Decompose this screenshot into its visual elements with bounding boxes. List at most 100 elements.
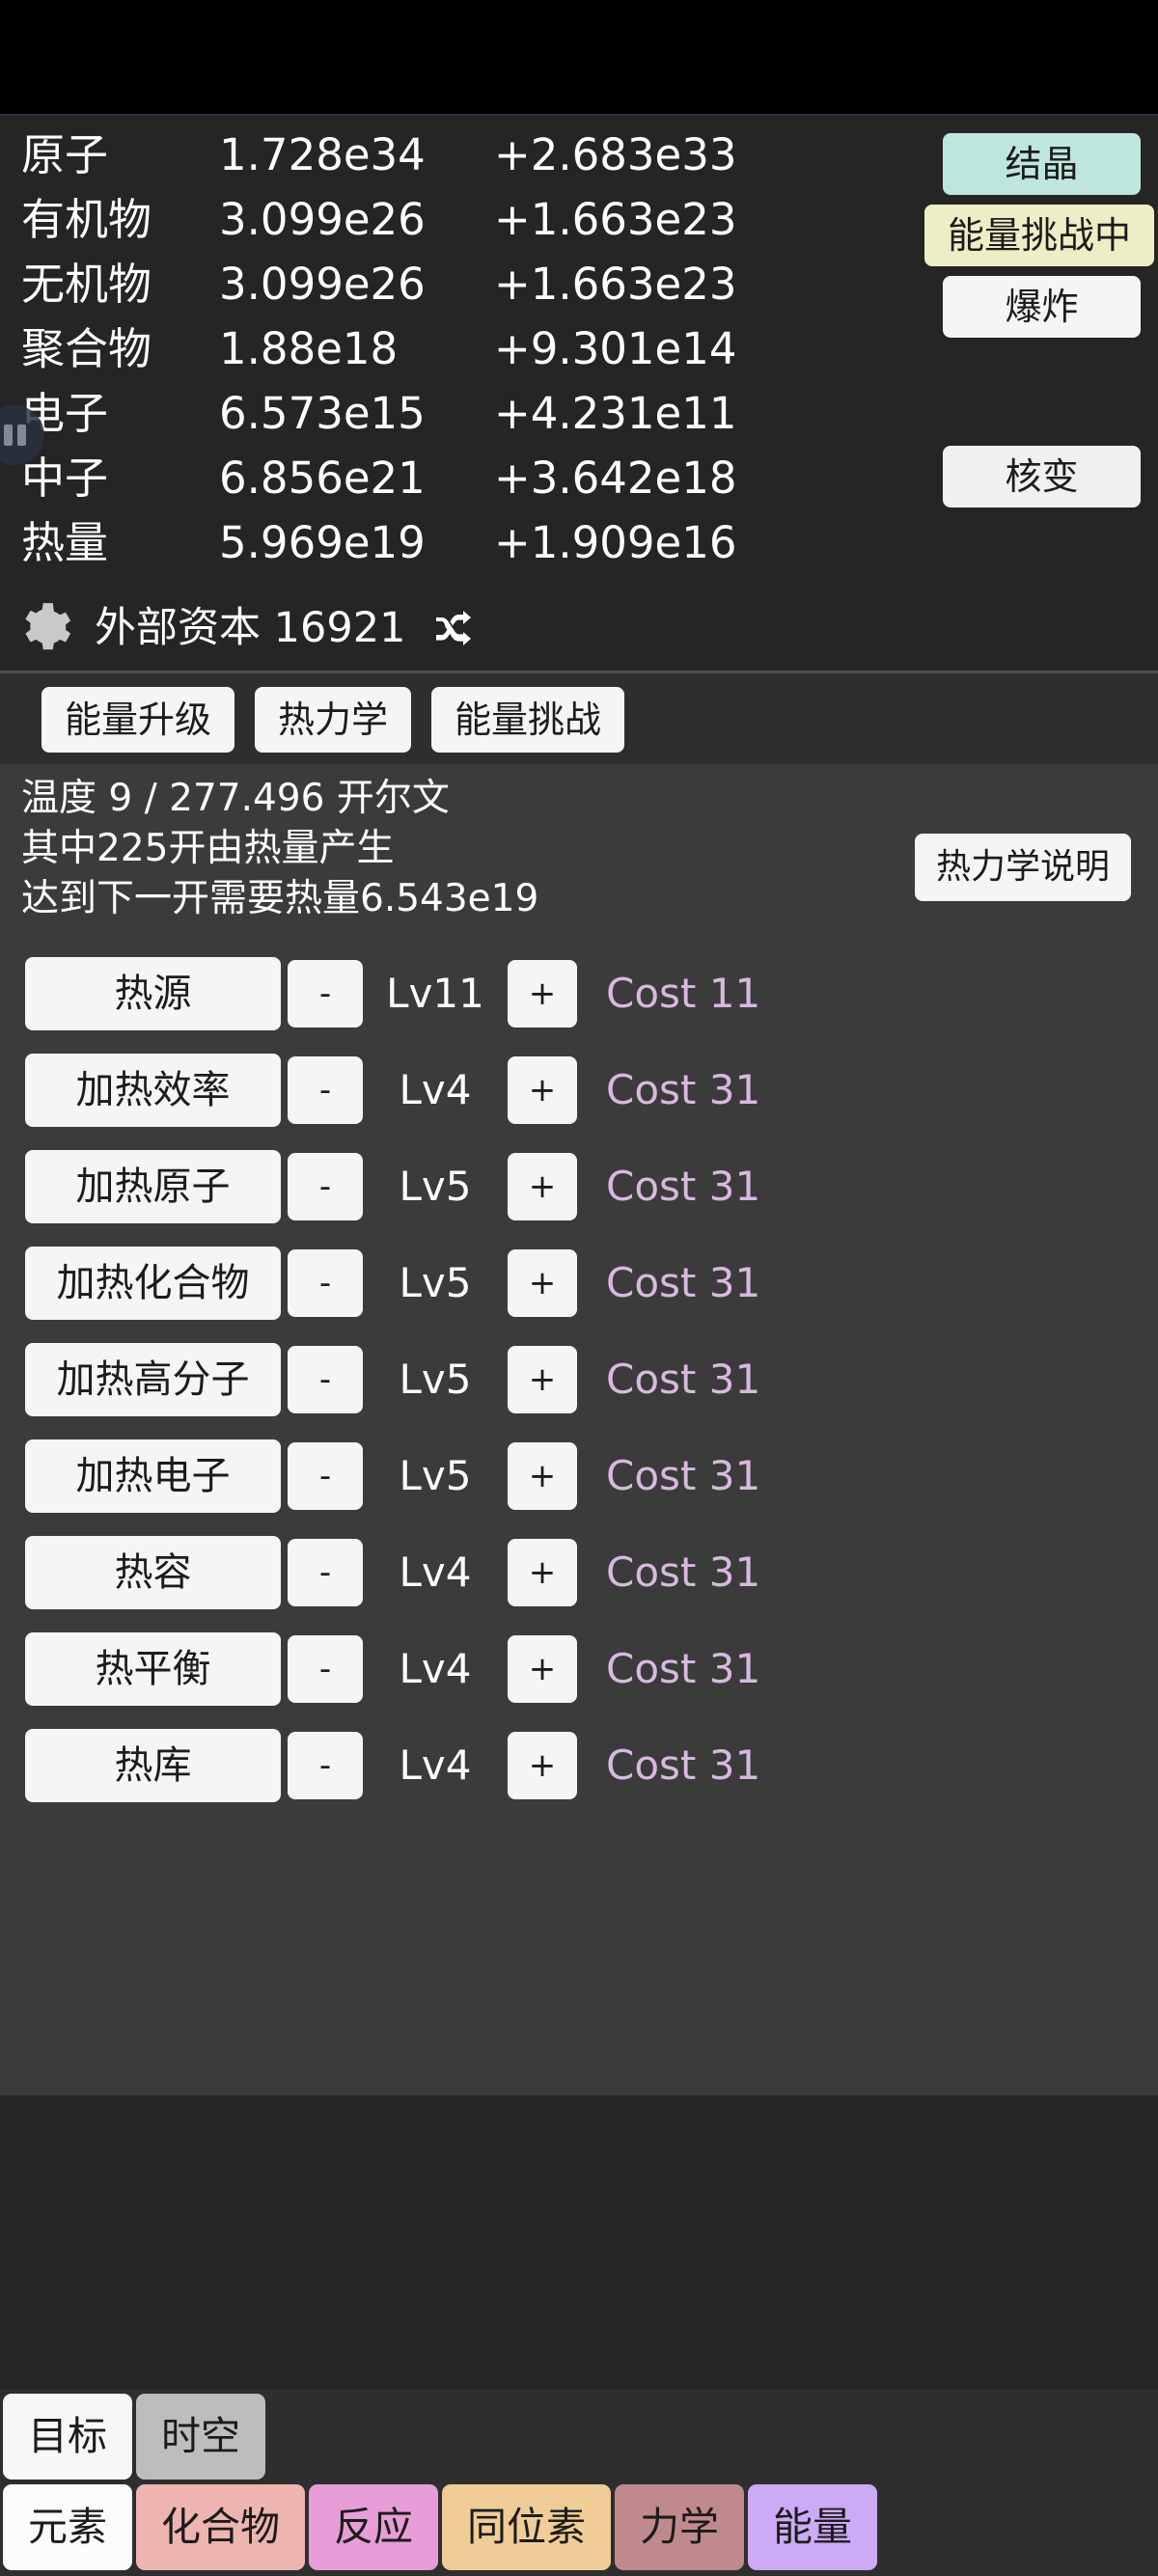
upgrade-increment-button[interactable]: + — [508, 1539, 577, 1607]
resource-value: 3.099e26 — [219, 259, 426, 310]
upgrade-increment-button[interactable]: + — [508, 1056, 577, 1125]
crystallize-button[interactable]: 结晶 — [943, 133, 1141, 195]
resource-delta: +4.231e11 — [494, 388, 737, 439]
handle-bar-icon — [16, 425, 26, 446]
resource-value: 6.856e21 — [219, 452, 426, 504]
upgrade-name-button[interactable]: 加热效率 — [25, 1054, 281, 1128]
temperature-line: 温度 9 / 277.496 开尔文 — [21, 777, 450, 820]
upgrade-decrement-button[interactable]: - — [288, 1635, 363, 1704]
nav-spacetime-button[interactable]: 时空 — [136, 2394, 265, 2480]
upgrade-name-button[interactable]: 加热电子 — [25, 1439, 281, 1514]
thermodynamics-help-button[interactable]: 热力学说明 — [914, 834, 1131, 901]
upgrade-increment-button[interactable]: + — [508, 1153, 577, 1221]
upgrade-row: 加热高分子 - Lv5 + Cost 31 — [25, 1331, 1158, 1428]
upgrade-decrement-button[interactable]: - — [288, 1249, 363, 1318]
resource-value: 1.728e34 — [219, 129, 426, 180]
nav-compounds-button[interactable]: 化合物 — [136, 2484, 305, 2570]
upgrade-decrement-button[interactable]: - — [288, 1442, 363, 1511]
upgrade-cost: Cost 11 — [606, 970, 761, 1018]
upgrade-increment-button[interactable]: + — [508, 1249, 577, 1318]
upgrade-level: Lv11 — [386, 970, 484, 1018]
nav-elements-button[interactable]: 元素 — [3, 2484, 132, 2570]
upgrade-decrement-button[interactable]: - — [288, 1346, 363, 1414]
thermo-tab-row: 能量升级 热力学 能量挑战 — [0, 673, 1158, 764]
upgrade-decrement-button[interactable]: - — [288, 1732, 363, 1800]
bottom-nav-secondary-row: 目标 时空 — [0, 2389, 1158, 2480]
shuffle-icon[interactable] — [427, 605, 481, 651]
action-stack-spacer — [907, 347, 1158, 446]
upgrade-cost: Cost 31 — [606, 1645, 761, 1693]
resource-delta: +9.301e14 — [494, 323, 737, 374]
upgrade-cost: Cost 31 — [606, 1066, 761, 1114]
upgrade-name-button[interactable]: 热源 — [25, 957, 281, 1031]
upgrade-cost: Cost 31 — [606, 1548, 761, 1597]
handle-bar-icon — [3, 425, 13, 446]
upgrade-cost: Cost 31 — [606, 1452, 761, 1500]
upgrade-cost: Cost 31 — [606, 1163, 761, 1211]
upgrade-name-button[interactable]: 加热化合物 — [25, 1247, 281, 1321]
upgrade-row: 加热电子 - Lv5 + Cost 31 — [25, 1428, 1158, 1524]
tab-energy-upgrade[interactable]: 能量升级 — [41, 687, 235, 753]
upgrade-increment-button[interactable]: + — [508, 1442, 577, 1511]
resource-delta: +1.663e23 — [494, 194, 737, 245]
explode-button[interactable]: 爆炸 — [943, 276, 1141, 338]
upgrade-name-button[interactable]: 热容 — [25, 1536, 281, 1610]
game-window: 原子 1.728e34 +2.683e33 有机物 3.099e26 +1.66… — [0, 114, 1158, 2576]
upgrade-row: 热容 - Lv4 + Cost 31 — [25, 1524, 1158, 1621]
resource-delta: +2.683e33 — [494, 129, 737, 180]
upgrade-increment-button[interactable]: + — [508, 960, 577, 1028]
resource-name: 热量 — [21, 517, 109, 568]
nav-isotopes-button[interactable]: 同位素 — [442, 2484, 611, 2570]
nuclear-transform-button[interactable]: 核变 — [943, 446, 1141, 507]
resource-delta: +1.909e16 — [494, 517, 737, 568]
upgrade-row: 热平衡 - Lv4 + Cost 31 — [25, 1621, 1158, 1717]
resource-row: 热量 5.969e19 +1.909e16 — [0, 521, 1158, 586]
upgrade-name-button[interactable]: 加热高分子 — [25, 1343, 281, 1417]
nav-energy-button[interactable]: 能量 — [748, 2484, 877, 2570]
upgrade-increment-button[interactable]: + — [508, 1346, 577, 1414]
tab-energy-challenge[interactable]: 能量挑战 — [431, 687, 625, 753]
upgrade-decrement-button[interactable]: - — [288, 1056, 363, 1125]
resource-name: 无机物 — [21, 259, 152, 310]
upgrade-cost: Cost 31 — [606, 1356, 761, 1404]
tab-thermodynamics[interactable]: 热力学 — [255, 687, 412, 753]
gear-icon[interactable] — [14, 598, 73, 658]
resource-panel: 原子 1.728e34 +2.683e33 有机物 3.099e26 +1.66… — [0, 116, 1158, 586]
resource-name: 中子 — [21, 452, 109, 504]
upgrade-level: Lv5 — [399, 1452, 472, 1500]
resource-value: 1.88e18 — [219, 323, 399, 374]
upgrade-row: 加热效率 - Lv4 + Cost 31 — [25, 1042, 1158, 1138]
upgrade-name-button[interactable]: 热平衡 — [25, 1632, 281, 1707]
energy-challenge-active-button[interactable]: 能量挑战中 — [924, 205, 1154, 266]
upgrade-decrement-button[interactable]: - — [288, 1153, 363, 1221]
action-button-stack: 结晶 能量挑战中 爆炸 核变 — [907, 116, 1158, 517]
upgrade-decrement-button[interactable]: - — [288, 960, 363, 1028]
upgrade-row: 热源 - Lv11 + Cost 11 — [25, 945, 1158, 1042]
upgrade-row: 加热原子 - Lv5 + Cost 31 — [25, 1138, 1158, 1235]
resource-delta: +3.642e18 — [494, 452, 737, 504]
upgrade-name-button[interactable]: 加热原子 — [25, 1150, 281, 1224]
resource-delta: +1.663e23 — [494, 259, 737, 310]
nav-goals-button[interactable]: 目标 — [3, 2394, 132, 2480]
resource-name: 原子 — [21, 129, 109, 180]
upgrade-row: 加热化合物 - Lv5 + Cost 31 — [25, 1235, 1158, 1331]
resource-value: 3.099e26 — [219, 194, 426, 245]
external-capital-label: 外部资本 16921 — [95, 603, 406, 652]
upgrade-increment-button[interactable]: + — [508, 1732, 577, 1800]
bottom-navigation: 目标 时空 元素 化合物 反应 同位素 力学 能量 — [0, 2389, 1158, 2576]
app-root: 原子 1.728e34 +2.683e33 有机物 3.099e26 +1.66… — [0, 0, 1158, 2576]
resource-name: 电子 — [21, 388, 109, 439]
status-bar — [0, 0, 1158, 114]
bottom-nav-primary-row: 元素 化合物 反应 同位素 力学 能量 — [0, 2480, 1158, 2570]
external-capital-row: 外部资本 16921 — [0, 586, 1158, 671]
upgrade-level: Lv4 — [399, 1645, 472, 1693]
nav-reactions-button[interactable]: 反应 — [309, 2484, 438, 2570]
resource-name: 有机物 — [21, 194, 152, 245]
upgrade-level: Lv5 — [399, 1356, 472, 1404]
upgrade-decrement-button[interactable]: - — [288, 1539, 363, 1607]
upgrade-name-button[interactable]: 热库 — [25, 1729, 281, 1803]
upgrade-increment-button[interactable]: + — [508, 1635, 577, 1704]
thermo-content: 温度 9 / 277.496 开尔文 其中225开由热量产生 达到下一开需要热量… — [0, 764, 1158, 2096]
upgrade-level: Lv4 — [399, 1066, 472, 1114]
nav-mechanics-button[interactable]: 力学 — [615, 2484, 744, 2570]
